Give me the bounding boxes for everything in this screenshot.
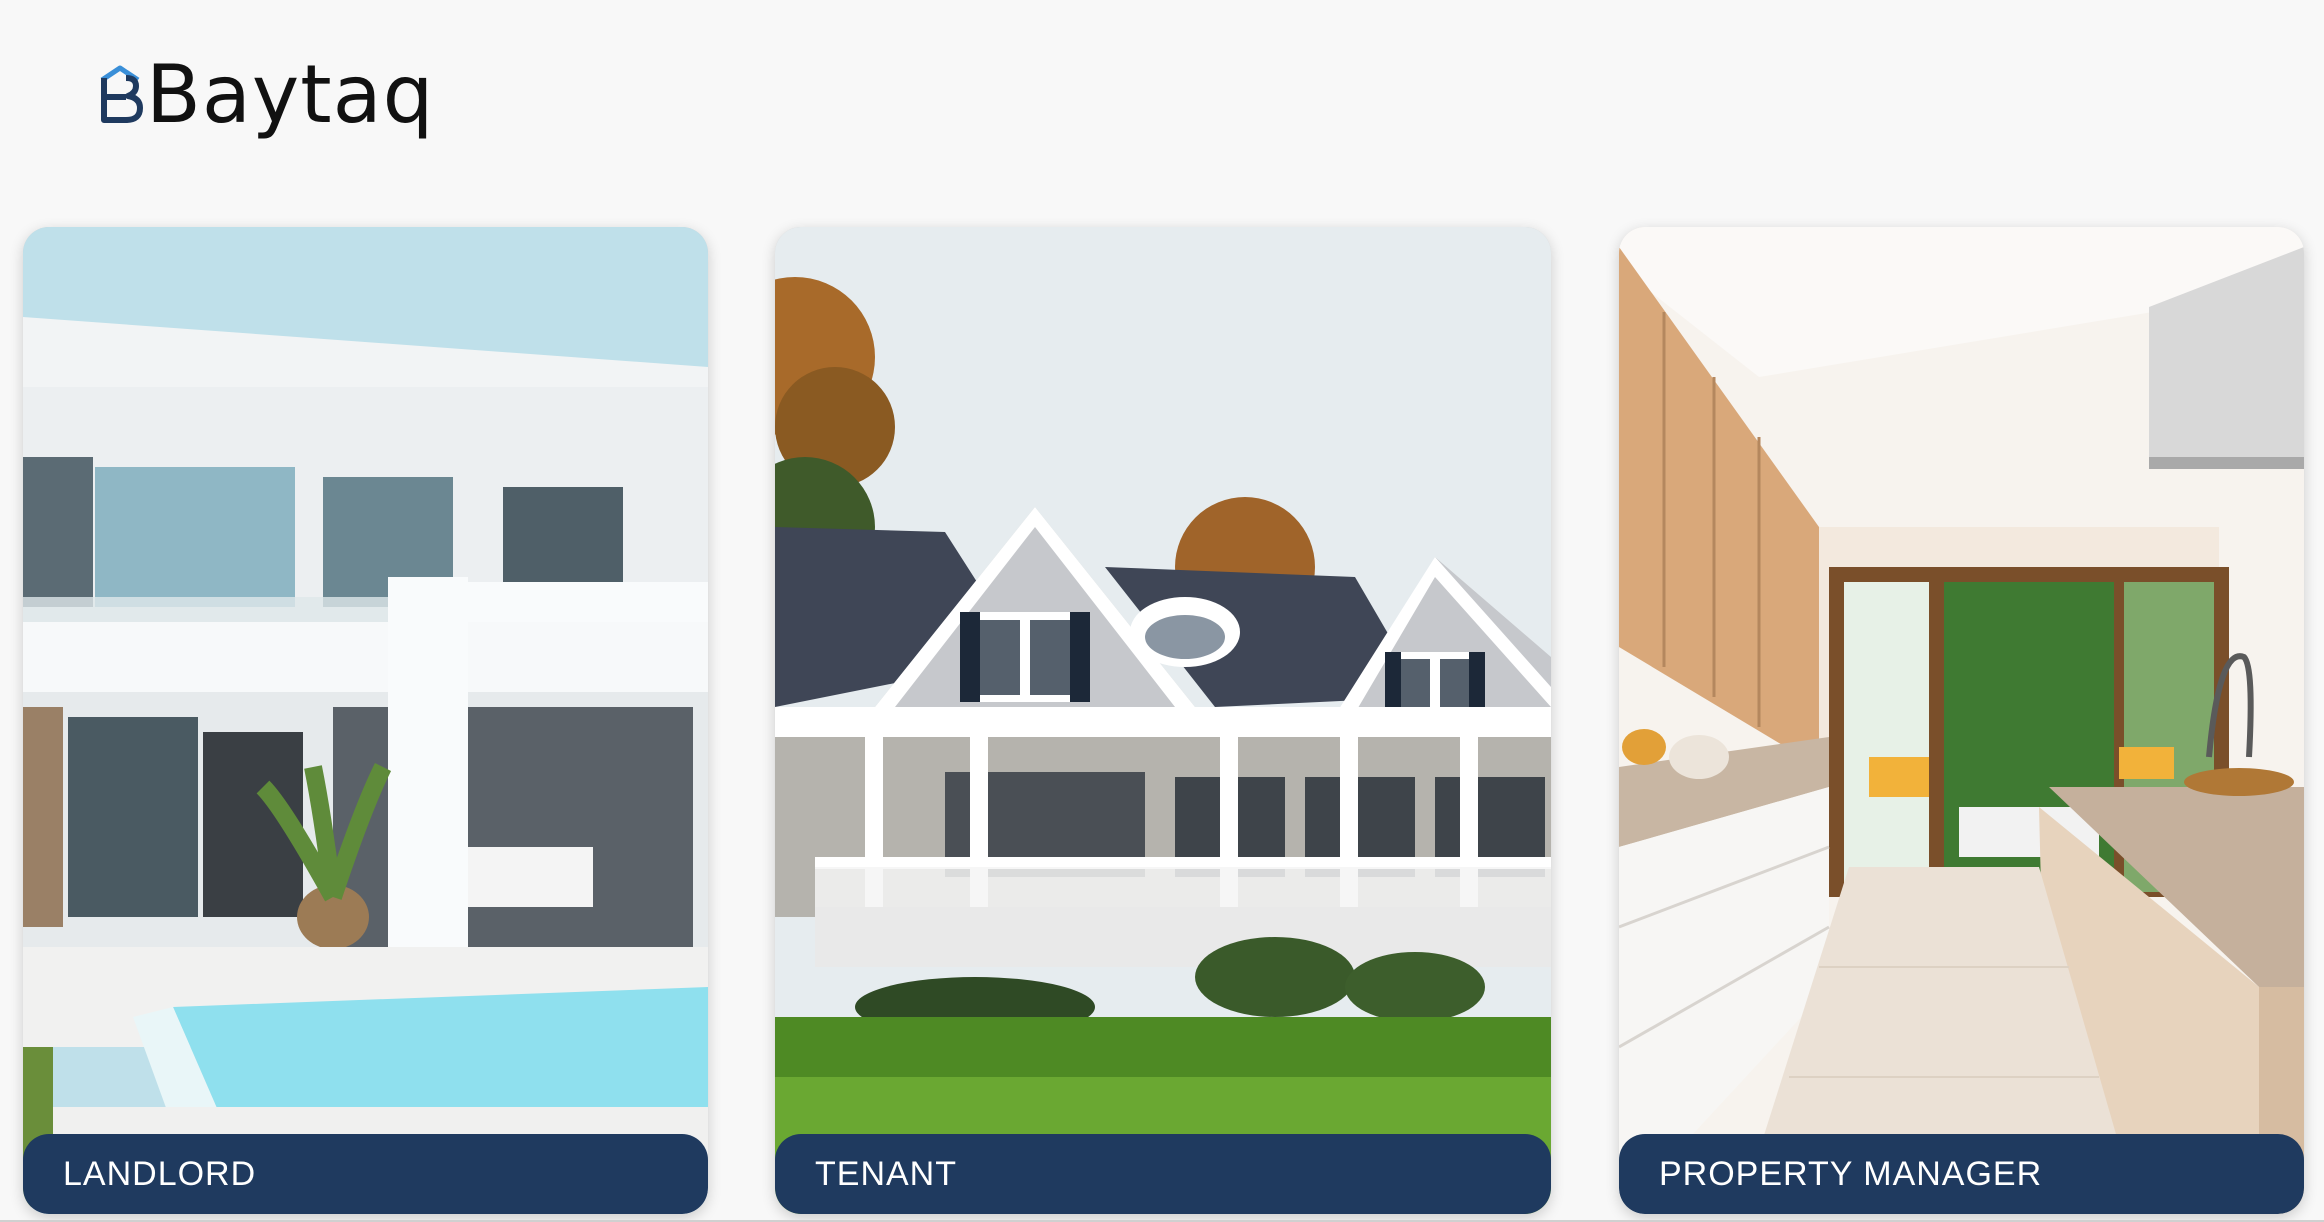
landlord-house-photo: [23, 227, 708, 1214]
tenant-label: TENANT: [815, 1154, 957, 1193]
logo-icon: [100, 65, 143, 123]
role-card-tenant[interactable]: TENANT: [775, 227, 1551, 1214]
landlord-caption: LANDLORD: [23, 1134, 708, 1214]
brand-logo[interactable]: Baytaq: [96, 50, 434, 140]
role-card-landlord[interactable]: LANDLORD: [23, 227, 708, 1214]
tenant-caption: TENANT: [775, 1134, 1551, 1214]
property-manager-label: PROPERTY MANAGER: [1659, 1154, 2043, 1193]
property-manager-kitchen-photo: [1619, 227, 2304, 1214]
property-manager-caption: PROPERTY MANAGER: [1619, 1134, 2304, 1214]
brand-name: Baytaq: [146, 48, 435, 141]
landlord-label: LANDLORD: [63, 1154, 257, 1193]
role-card-property-manager[interactable]: PROPERTY MANAGER: [1619, 227, 2304, 1214]
tenant-house-photo: [775, 227, 1551, 1214]
